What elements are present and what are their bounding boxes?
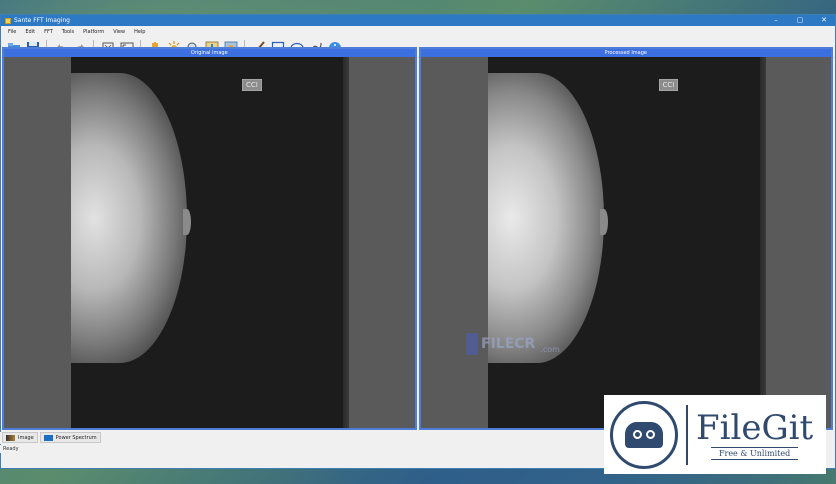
tab-power-spectrum-label: Power Spectrum	[55, 434, 97, 441]
breast-tissue	[487, 73, 604, 363]
filegit-badge: FileGit Free & Unlimited	[604, 395, 826, 474]
original-image-title: Original Image	[4, 49, 415, 57]
filegit-name: FileGit	[696, 408, 814, 448]
image-tab-icon	[6, 434, 15, 441]
maximize-button[interactable]: ▢	[793, 16, 807, 25]
view-marker: CCI	[658, 79, 679, 91]
breast-tissue	[71, 73, 187, 363]
original-image-pane: Original Image CCI	[2, 47, 417, 430]
filegit-tagline: Free & Unlimited	[710, 447, 799, 460]
image-panes: Original Image CCI Processed Image CCI	[2, 47, 833, 430]
processed-image-title: Processed Image	[420, 49, 831, 57]
breast-contour	[599, 209, 608, 235]
menu-platform[interactable]: Platform	[83, 29, 104, 35]
menu-view[interactable]: View	[113, 29, 125, 35]
breast-contour	[183, 209, 191, 235]
window-title-group: Sante FFT Imaging	[5, 17, 70, 24]
filegit-cloud-icon	[625, 421, 663, 448]
tab-image[interactable]: Image	[2, 432, 38, 443]
view-marker: CCI	[242, 79, 262, 91]
menu-bar: File Edit FFT Tools Platform View Help	[1, 26, 835, 38]
menu-tools[interactable]: Tools	[62, 29, 74, 35]
menu-fft[interactable]: FFT	[44, 29, 53, 35]
mammogram-processed: CCI	[487, 57, 766, 428]
menu-edit[interactable]: Edit	[25, 29, 35, 35]
filegit-logo-icon	[610, 400, 678, 469]
tab-image-label: Image	[18, 434, 34, 441]
spectrum-tab-icon	[43, 434, 53, 441]
menu-help[interactable]: Help	[134, 29, 145, 35]
title-bar: Sante FFT Imaging – ▢ ✕	[1, 15, 835, 26]
app-icon	[5, 17, 11, 24]
menu-file[interactable]: File	[8, 29, 16, 35]
window-controls: – ▢ ✕	[769, 16, 831, 25]
processed-image-pane: Processed Image CCI	[418, 47, 833, 430]
filegit-divider	[686, 404, 688, 465]
close-button[interactable]: ✕	[817, 16, 831, 25]
original-image-view[interactable]: CCI	[4, 57, 415, 428]
minimize-button[interactable]: –	[769, 16, 783, 25]
filegit-text: FileGit Free & Unlimited	[696, 409, 813, 460]
mammogram-original: CCI	[71, 57, 349, 428]
processed-image-view[interactable]: CCI	[420, 57, 831, 428]
tab-power-spectrum[interactable]: Power Spectrum	[39, 432, 101, 443]
window-title: Sante FFT Imaging	[14, 17, 70, 24]
status-text: Ready	[3, 446, 19, 452]
